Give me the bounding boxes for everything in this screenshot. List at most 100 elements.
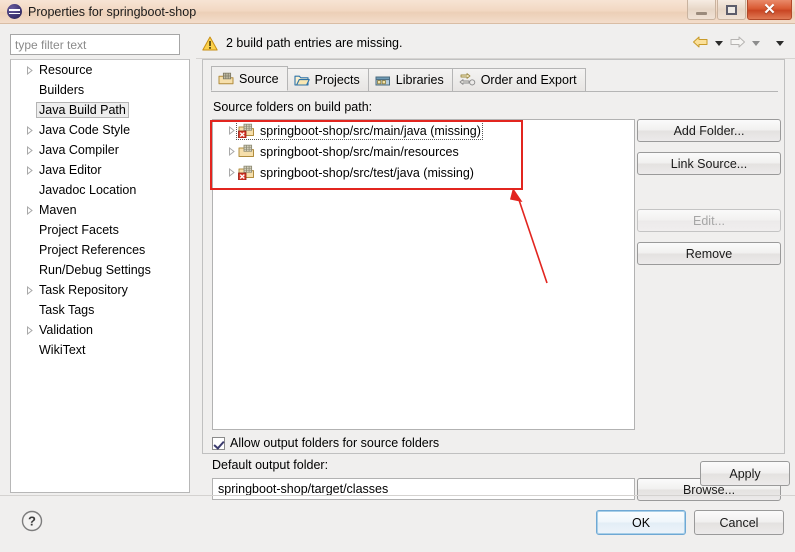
navigation-arrows [692,35,795,52]
projects-folder-icon [294,73,310,87]
tab-label: Source [239,71,279,86]
minimize-button[interactable] [687,0,716,20]
expand-chevron-right-icon[interactable] [224,147,238,156]
source-folder-missing-icon [238,123,255,138]
source-folder-icon [238,144,255,159]
expand-chevron-right-icon[interactable] [23,145,36,155]
source-folder-row-content: springboot-shop/src/test/java (missing) [238,165,474,180]
sidebar-item-label: Project References [39,243,146,257]
button-label: Link Source... [670,156,748,171]
edit-button: Edit... [637,209,781,232]
sidebar-item-label: Javadoc Location [39,183,137,197]
source-folders-list[interactable]: springboot-shop/src/main/java (missing) s… [212,119,635,430]
sidebar-item-java-build-path[interactable]: Java Build Path [11,100,189,120]
filter-input[interactable]: type filter text [10,34,180,55]
tab-order-and-export[interactable]: Order and Export [451,68,586,91]
title-bar-left: Properties for springboot-shop [0,0,686,23]
sidebar-item-resource[interactable]: Resource [11,60,189,80]
sidebar-item-run-debug-settings[interactable]: Run/Debug Settings [11,260,189,280]
minimize-icon [696,11,707,15]
tab-label: Libraries [395,73,444,87]
ok-button[interactable]: OK [596,510,686,535]
sidebar-item-java-compiler[interactable]: Java Compiler [11,140,189,160]
link-source-button[interactable]: Link Source... [637,152,781,175]
sidebar-item-label: Java Editor [39,163,102,177]
tab-libraries[interactable]: Libraries [367,68,453,91]
back-dropdown-chevron-down-icon[interactable] [715,40,723,46]
sidebar-item-java-code-style[interactable]: Java Code Style [11,120,189,140]
warning-triangle-icon [202,36,218,51]
sidebar-item-label: Task Tags [39,303,95,317]
build-path-tabs: Source Projects Libraries Order and Export [211,66,586,91]
sidebar-item-task-repository[interactable]: Task Repository [11,280,189,300]
close-button[interactable]: ✕ [747,0,792,20]
maximize-icon [726,4,737,15]
source-folder-row[interactable]: springboot-shop/src/test/java (missing) [213,162,634,183]
source-folder-row[interactable]: springboot-shop/src/main/java (missing) [213,120,634,141]
sidebar-item-label: Java Compiler [39,143,119,157]
sidebar-item-label: Maven [39,203,77,217]
sidebar-item-validation[interactable]: Validation [11,320,189,340]
forward-dropdown-chevron-down-icon [752,40,760,46]
apply-button[interactable]: Apply [700,461,790,486]
cancel-button[interactable]: Cancel [694,510,784,535]
warning-message: 2 build path entries are missing. [226,36,403,50]
help-question-icon[interactable]: ? [20,509,44,533]
sidebar-item-label: Run/Debug Settings [39,263,151,277]
footer-separator [0,495,795,496]
button-label: Remove [685,246,733,261]
allow-output-folders-label: Allow output folders for source folders [230,436,440,450]
sidebar-item-maven[interactable]: Maven [11,200,189,220]
maximize-button[interactable] [717,0,746,20]
settings-tree[interactable]: Resource Builders Java Build Path Java Code… [10,59,190,493]
libraries-jar-icon [375,73,391,87]
tab-projects[interactable]: Projects [286,68,369,91]
message-header: 2 build path entries are missing. [196,28,795,59]
sidebar-item-builders[interactable]: Builders [11,80,189,100]
tabs-underline [211,91,778,92]
filter-placeholder: type filter text [15,37,87,52]
add-folder-button[interactable]: Add Folder... [637,119,781,142]
sidebar-item-task-tags[interactable]: Task Tags [11,300,189,320]
source-folder-label: springboot-shop/src/test/java (missing) [260,165,474,180]
tab-source[interactable]: Source [211,66,288,91]
expand-chevron-right-icon[interactable] [23,285,36,295]
remove-button[interactable]: Remove [637,242,781,265]
allow-output-folders-checkbox[interactable] [212,436,225,450]
expand-chevron-right-icon[interactable] [23,165,36,175]
eclipse-properties-icon [7,4,22,19]
sidebar-item-label: Java Build Path [36,102,129,118]
expand-chevron-right-icon[interactable] [224,126,238,135]
sidebar-item-java-editor[interactable]: Java Editor [11,160,189,180]
sidebar-item-label: Java Code Style [39,123,131,137]
source-folder-row-content: springboot-shop/src/main/java (missing) [236,121,483,140]
java-build-path-panel: Source Projects Libraries Order and Export … [202,59,785,501]
sidebar-item-label: Task Repository [39,283,128,297]
allow-output-folders-row[interactable]: Allow output folders for source folders [212,436,439,450]
source-folder-row[interactable]: springboot-shop/src/main/resources [213,141,634,162]
sidebar-item-label: Validation [39,323,93,337]
default-output-folder-input[interactable]: springboot-shop/target/classes [212,478,635,500]
source-folder-actions: Add Folder... Link Source... Edit... Remove [637,119,783,265]
back-arrow-icon[interactable] [692,35,709,52]
sidebar-item-label: Builders [39,83,85,97]
expand-chevron-right-icon[interactable] [23,325,36,335]
sidebar-item-javadoc-location[interactable]: Javadoc Location [11,180,189,200]
forward-arrow-icon [729,35,746,52]
source-folder-label: springboot-shop/src/main/resources [260,144,459,159]
expand-chevron-right-icon[interactable] [23,205,36,215]
sidebar-item-project-references[interactable]: Project References [11,240,189,260]
history-menu-chevron-down-icon[interactable] [776,40,784,46]
source-folders-label: Source folders on build path: [213,100,373,114]
window-controls: ✕ [686,0,795,23]
expand-chevron-right-icon[interactable] [224,168,238,177]
sidebar-item-wikitext[interactable]: WikiText [11,340,189,360]
sidebar-item-project-facets[interactable]: Project Facets [11,220,189,240]
expand-chevron-right-icon[interactable] [23,65,36,75]
sidebar-item-label: Project Facets [39,223,119,237]
window-title: Properties for springboot-shop [28,4,197,19]
properties-dialog: Properties for springboot-shop ✕ type fi… [0,0,795,552]
close-icon: ✕ [763,1,776,18]
button-gap [637,232,783,242]
expand-chevron-right-icon[interactable] [23,125,36,135]
